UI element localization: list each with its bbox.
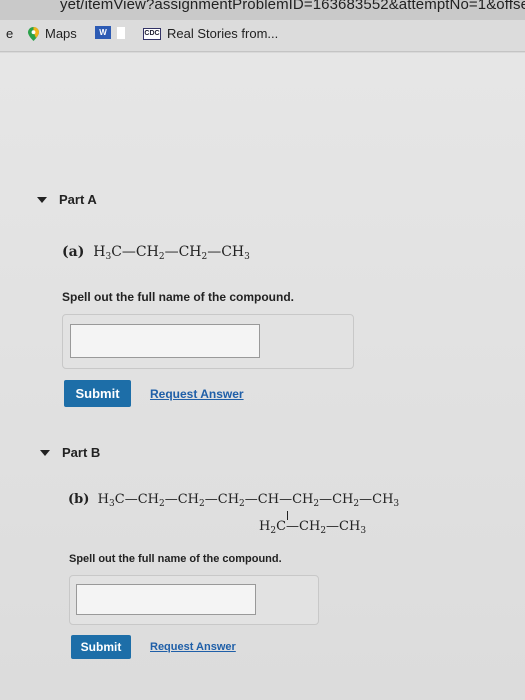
bookmark-partial[interactable]: e <box>6 26 13 41</box>
bookmark-maps-label: Maps <box>45 26 77 41</box>
part-a-submit-button[interactable]: Submit <box>64 380 131 407</box>
word-icon-text: W <box>99 28 107 37</box>
formula-sub: 3 <box>393 499 400 509</box>
formula-text: —CH <box>164 492 200 507</box>
part-b-header[interactable]: Part B <box>40 445 100 460</box>
bookmarks-bar: e Maps W CDC Real Stories from... <box>0 20 525 52</box>
cdc-icon-text: CDC <box>144 30 160 37</box>
part-a-header[interactable]: Part A <box>37 192 97 207</box>
formula-text: H <box>97 492 110 507</box>
formula-text: H <box>93 244 106 260</box>
part-a-title: Part A <box>59 192 97 207</box>
part-a-request-answer-link[interactable]: Request Answer <box>150 387 244 401</box>
formula-text: H <box>259 519 271 534</box>
bookmark-cdc[interactable]: CDC Real Stories from... <box>143 26 278 41</box>
bookmark-partial-label: e <box>6 26 14 41</box>
bookmark-cdc-label: Real Stories from... <box>167 26 279 41</box>
formula-text: —CH <box>164 244 202 260</box>
formula-text: —CH <box>326 519 361 534</box>
address-bar[interactable]: yet/itemView?assignmentProblemID=1636835… <box>0 0 525 20</box>
part-b-formula-branch: H2C—CH2—CH3 <box>259 519 366 536</box>
bookmark-w[interactable]: W <box>95 26 125 39</box>
problem-page: Part A (a) H3C—CH2—CH2—CH3 Spell out the… <box>0 53 525 700</box>
formula-text: —CH—CH <box>244 492 314 507</box>
formula-text: C—CH <box>111 244 159 260</box>
cdc-icon: CDC <box>143 27 161 40</box>
formula-sub: 3 <box>360 526 367 536</box>
formula-text: —CH <box>207 244 245 260</box>
part-b-answer-input[interactable] <box>76 584 256 615</box>
part-b-label: (b) <box>68 492 90 507</box>
bookmark-w-blank <box>117 26 125 39</box>
part-a-formula: (a) H3C—CH2—CH2—CH3 <box>62 244 250 262</box>
part-b-title: Part B <box>62 445 101 460</box>
part-b-request-answer-link[interactable]: Request Answer <box>150 641 236 653</box>
formula-text: —CH <box>359 492 394 507</box>
maps-pin-icon <box>28 26 39 41</box>
formula-text: —CH <box>204 492 240 507</box>
part-a-label: (a) <box>62 244 85 260</box>
part-a-answer-box <box>62 314 354 369</box>
part-a-answer-input[interactable] <box>70 324 260 358</box>
part-b-answer-box <box>69 575 319 625</box>
formula-sub: 3 <box>244 252 250 262</box>
part-a-prompt: Spell out the full name of the compound. <box>62 290 294 304</box>
bookmark-maps[interactable]: Maps <box>28 26 77 41</box>
formula-text: C—CH <box>276 519 321 534</box>
address-url: yet/itemView?assignmentProblemID=1636835… <box>60 0 525 13</box>
word-icon: W <box>95 26 111 39</box>
collapse-caret-icon <box>40 449 50 456</box>
part-b-submit-button[interactable]: Submit <box>71 635 131 659</box>
part-b-prompt: Spell out the full name of the compound. <box>69 553 282 565</box>
formula-text: C—CH <box>114 492 159 507</box>
formula-text: —CH <box>319 492 354 507</box>
collapse-caret-icon <box>37 196 47 203</box>
part-b-formula-main: (b) H3C—CH2—CH2—CH2—CH—CH2—CH2—CH3 <box>68 492 399 509</box>
